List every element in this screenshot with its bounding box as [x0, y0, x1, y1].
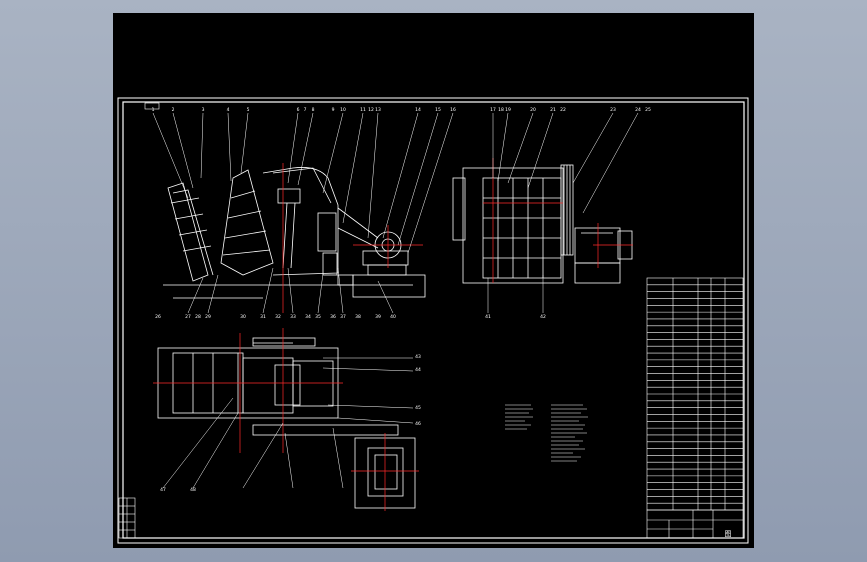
revision-strip: [118, 497, 136, 539]
parts-list-table: [646, 277, 744, 511]
callout-label: 1: [152, 107, 155, 113]
cad-drawing-canvas: 1 2 3 4 5 6 7 8 9 10 11 12 13 14 15 16 17 18 19 20 21 22 23 24 2…: [113, 13, 754, 548]
callout-label: 44: [415, 367, 421, 373]
leader-lines: [152, 112, 639, 489]
callout-label: 12: [368, 107, 374, 113]
top-plan-view: [157, 337, 399, 436]
callout-label: 24: [635, 107, 641, 113]
callout-label: 15: [435, 107, 441, 113]
outer-border: [117, 97, 749, 544]
detail-centerlines: [351, 433, 419, 511]
end-elevation-view: [452, 164, 633, 284]
callout-label: 11: [360, 107, 366, 113]
callout-label: 36: [330, 314, 336, 320]
callout-label: 42: [540, 314, 546, 320]
callout-label: 46: [415, 421, 421, 427]
callout-label: 10: [340, 107, 346, 113]
callout-label: 48: [190, 487, 196, 493]
callout-label: 22: [560, 107, 566, 113]
title-block-cell: 图: [725, 530, 732, 538]
callout-label: 5: [247, 107, 250, 113]
callout-label: 35: [315, 314, 321, 320]
callout-label: 31: [260, 314, 266, 320]
callout-label: 8: [312, 107, 315, 113]
callout-label: 30: [240, 314, 246, 320]
callout-label: 40: [390, 314, 396, 320]
callout-label: 2: [172, 107, 175, 113]
callout-label: 21: [550, 107, 556, 113]
callout-label: 27: [185, 314, 191, 320]
callout-label: 9: [332, 107, 335, 113]
callout-label: 20: [530, 107, 536, 113]
callout-label: 16: [450, 107, 456, 113]
plan-view-centerlines: [153, 328, 343, 453]
callout-label: 7: [304, 107, 307, 113]
callout-label: 6: [297, 107, 300, 113]
callout-label: 19: [505, 107, 511, 113]
end-view-centerlines: [483, 158, 633, 283]
callout-label: 43: [415, 354, 421, 360]
side-elevation-view: [163, 167, 426, 299]
callout-label: 37: [340, 314, 346, 320]
callout-label: 18: [498, 107, 504, 113]
technical-notes: [505, 404, 588, 462]
callout-label: 17: [490, 107, 496, 113]
callout-label: 4: [227, 107, 230, 113]
callout-label: 13: [375, 107, 381, 113]
callout-label: 45: [415, 405, 421, 411]
callout-label: 26: [155, 314, 161, 320]
callout-label: 39: [375, 314, 381, 320]
callout-label: 32: [275, 314, 281, 320]
callout-label: 47: [160, 487, 166, 493]
callout-label: 25: [645, 107, 651, 113]
callout-label: 33: [290, 314, 296, 320]
inner-border: [122, 101, 745, 539]
callout-label: 34: [305, 314, 311, 320]
callout-label: 3: [202, 107, 205, 113]
callout-labels: 1 2 3 4 5 6 7 8 9 10 11 12 13 14 15 16 17 18 19 20 21 22 23 24 2…: [152, 107, 651, 493]
callout-label: 41: [485, 314, 491, 320]
callout-label: 29: [205, 314, 211, 320]
callout-label: 38: [355, 314, 361, 320]
callout-label: 14: [415, 107, 421, 113]
callout-label: 23: [610, 107, 616, 113]
drawing-sheet: 1 2 3 4 5 6 7 8 9 10 11 12 13 14 15 16 17 18 19 20 21 22 23 24 2…: [117, 97, 749, 544]
callout-label: 28: [195, 314, 201, 320]
